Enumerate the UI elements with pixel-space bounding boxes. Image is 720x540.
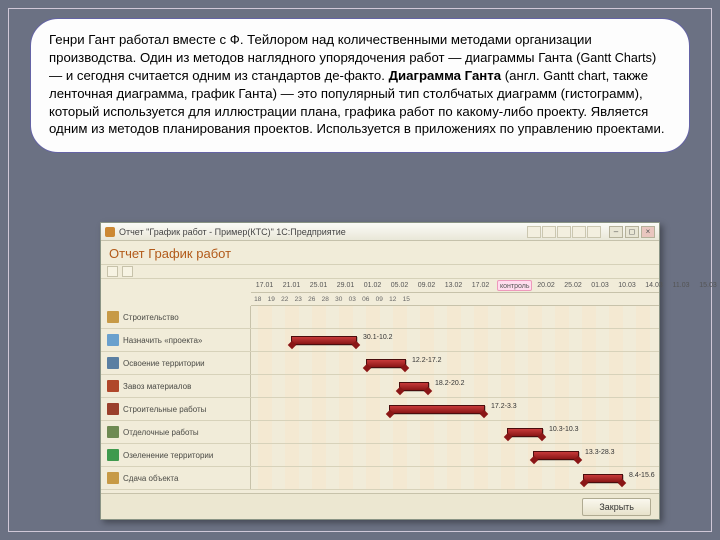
bar-date-label: 10.3-10.3 <box>549 426 579 433</box>
task-track: 30.1-10.2 <box>251 329 659 351</box>
task-name: Сдача объекта <box>123 474 178 483</box>
task-track: 13.3-28.3 <box>251 444 659 466</box>
bar-date-label: 12.2-17.2 <box>412 357 442 364</box>
timeline-header: 17.0121.0125.0129.0101.0205.0209.0213.02… <box>251 279 659 293</box>
task-name: Отделочные работы <box>123 428 199 437</box>
gantt-rows: Строительство Назначить «проекта» 30.1-10.… <box>101 306 659 490</box>
task-row: Строительные работы 17.2-3.3 <box>101 398 659 421</box>
task-row: Отделочные работы 10.3-10.3 <box>101 421 659 444</box>
subdate-cell: 22 <box>278 296 292 303</box>
timeline-subheader: 181922232628300306091215 <box>251 293 659 306</box>
task-label[interactable]: Строительные работы <box>101 398 251 420</box>
date-cell: 29.01 <box>332 282 359 289</box>
date-cell: 05.02 <box>386 282 413 289</box>
date-cell: 21.01 <box>278 282 305 289</box>
task-track: 10.3-10.3 <box>251 421 659 443</box>
control-tag: контроль <box>497 280 532 291</box>
task-track: 17.2-3.3 <box>251 398 659 420</box>
gantt-bar[interactable] <box>366 359 406 368</box>
report-title: Отчет График работ <box>101 241 659 265</box>
subdate-cell: 15 <box>400 296 414 303</box>
description-text: Генри Гант работал вместе с Ф. Тейлором … <box>30 18 690 153</box>
minimize-button[interactable]: – <box>609 226 623 238</box>
task-label[interactable]: Строительство <box>101 306 251 328</box>
app-icon <box>105 227 115 237</box>
date-cell: 15.03 <box>694 282 720 289</box>
subdate-cell: 03 <box>346 296 360 303</box>
subdate-cell: 06 <box>359 296 373 303</box>
date-cell: 01.03 <box>586 282 613 289</box>
bar-date-label: 18.2-20.2 <box>435 380 465 387</box>
task-icon <box>107 334 119 346</box>
tool-icon[interactable] <box>122 266 133 277</box>
task-row: Завоз материалов 18.2-20.2 <box>101 375 659 398</box>
subdate-cell: 18 <box>251 296 265 303</box>
subdate-cell: 09 <box>373 296 387 303</box>
task-icon <box>107 472 119 484</box>
bar-date-label: 30.1-10.2 <box>363 334 393 341</box>
task-icon <box>107 449 119 461</box>
task-label[interactable]: Отделочные работы <box>101 421 251 443</box>
tool-icon[interactable] <box>107 266 118 277</box>
task-label[interactable]: Освоение территории <box>101 352 251 374</box>
subdate-cell: 19 <box>265 296 279 303</box>
task-name: Строительные работы <box>123 405 206 414</box>
subdate-cell: 26 <box>305 296 319 303</box>
task-track: 8.4-15.6 <box>251 467 659 489</box>
subdate-cell: 23 <box>292 296 306 303</box>
date-cell: 20.02 <box>532 282 559 289</box>
task-name: Строительство <box>123 313 179 322</box>
task-icon <box>107 380 119 392</box>
date-cell: 10.03 <box>613 282 640 289</box>
close-window-button[interactable]: × <box>641 226 655 238</box>
window-footer: Закрыть <box>101 493 659 519</box>
subdate-cell: 12 <box>386 296 400 303</box>
date-cell: 25.01 <box>305 282 332 289</box>
task-row: Строительство <box>101 306 659 329</box>
task-icon <box>107 426 119 438</box>
task-icon <box>107 357 119 369</box>
task-label[interactable]: Озеленение территории <box>101 444 251 466</box>
date-cell: 17.01 <box>251 282 278 289</box>
date-cell: 09.02 <box>413 282 440 289</box>
task-label[interactable]: Назначить «проекта» <box>101 329 251 351</box>
date-cell: 17.02 <box>467 282 494 289</box>
task-icon <box>107 311 119 323</box>
task-icon <box>107 403 119 415</box>
task-label[interactable]: Завоз материалов <box>101 375 251 397</box>
date-cell: 11.03 <box>667 282 694 289</box>
date-cell: 25.02 <box>559 282 586 289</box>
close-button[interactable]: Закрыть <box>582 498 651 516</box>
gantt-bar[interactable] <box>389 405 485 414</box>
bar-date-label: 8.4-15.6 <box>629 472 655 479</box>
task-name: Назначить «проекта» <box>123 336 202 345</box>
date-cell: 14.03 <box>640 282 667 289</box>
window-title: Отчет "График работ - Пример(КТС)" 1С:Пр… <box>119 227 346 237</box>
task-row: Освоение территории 12.2-17.2 <box>101 352 659 375</box>
maximize-button[interactable]: ◻ <box>625 226 639 238</box>
titlebar-tools <box>527 226 601 238</box>
task-track <box>251 306 659 328</box>
task-name: Озеленение территории <box>123 451 213 460</box>
gantt-bar[interactable] <box>291 336 357 345</box>
task-row: Озеленение территории 13.3-28.3 <box>101 444 659 467</box>
date-cell: 13.02 <box>440 282 467 289</box>
gantt-app-window: Отчет "График работ - Пример(КТС)" 1С:Пр… <box>100 222 660 520</box>
bar-date-label: 17.2-3.3 <box>491 403 517 410</box>
task-track: 18.2-20.2 <box>251 375 659 397</box>
subdate-cell: 28 <box>319 296 333 303</box>
date-cell: 01.02 <box>359 282 386 289</box>
task-row: Сдача объекта 8.4-15.6 <box>101 467 659 490</box>
gantt-bar[interactable] <box>533 451 579 460</box>
bar-date-label: 13.3-28.3 <box>585 449 615 456</box>
task-name: Освоение территории <box>123 359 205 368</box>
task-name: Завоз материалов <box>123 382 191 391</box>
task-track: 12.2-17.2 <box>251 352 659 374</box>
subdate-cell: 30 <box>332 296 346 303</box>
secondary-toolbar <box>101 265 659 279</box>
gantt-bar[interactable] <box>583 474 623 483</box>
window-titlebar[interactable]: Отчет "График работ - Пример(КТС)" 1С:Пр… <box>101 223 659 241</box>
task-label[interactable]: Сдача объекта <box>101 467 251 489</box>
task-row: Назначить «проекта» 30.1-10.2 <box>101 329 659 352</box>
